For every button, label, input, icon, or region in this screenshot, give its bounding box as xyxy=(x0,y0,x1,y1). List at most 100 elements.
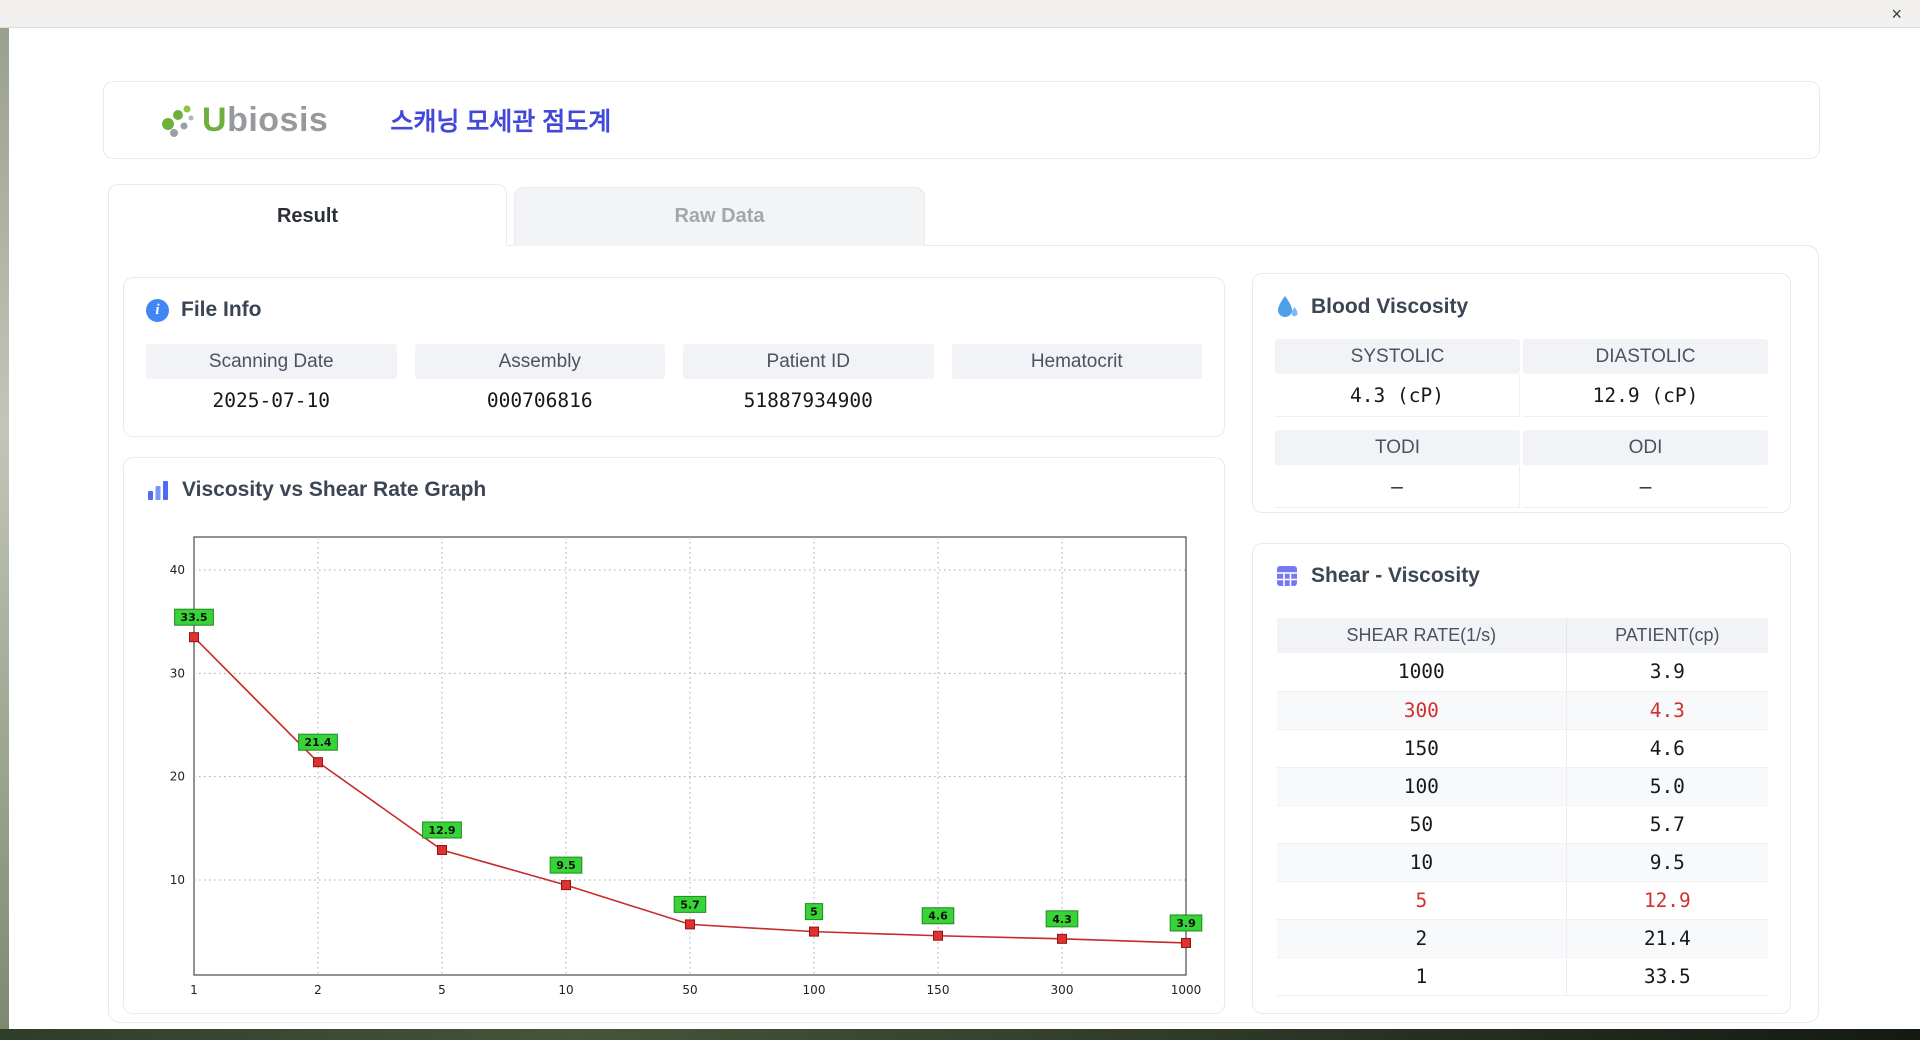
blood-viscosity-pair: SYSTOLIC DIASTOLIC 4.3 (cP) 12.9 (cP) xyxy=(1275,339,1768,417)
window-titlebar: × xyxy=(0,0,1920,28)
table-row: 2 21.4 xyxy=(1277,919,1768,958)
file-info-field: Scanning Date 2025-07-10 xyxy=(146,344,397,422)
tabs: Result Raw Data xyxy=(108,184,1108,247)
shear-rate-cell: 5 xyxy=(1277,881,1567,920)
svg-text:1000: 1000 xyxy=(1171,983,1202,997)
field-label: Hematocrit xyxy=(951,344,1202,379)
desktop-left-edge xyxy=(0,28,9,1029)
svg-text:20: 20 xyxy=(170,770,185,784)
blood-viscosity-card: Blood Viscosity SYSTOLIC DIASTOLIC 4.3 (cP… xyxy=(1252,273,1791,513)
svg-text:5: 5 xyxy=(438,983,446,997)
bv-label: ODI xyxy=(1523,430,1768,465)
shear-viscosity-header: Shear - Viscosity xyxy=(1275,564,1480,588)
shear-rate-cell: 100 xyxy=(1277,767,1567,806)
table-row: 5 12.9 xyxy=(1277,881,1768,920)
svg-text:3.9: 3.9 xyxy=(1176,917,1196,930)
svg-text:9.5: 9.5 xyxy=(556,859,576,872)
window-close-button[interactable]: × xyxy=(1891,3,1902,25)
shear-table-header: PATIENT(cp) xyxy=(1566,618,1768,653)
field-label: Patient ID xyxy=(683,344,934,379)
svg-text:4.6: 4.6 xyxy=(928,910,948,923)
svg-text:33.5: 33.5 xyxy=(180,611,207,624)
file-info-title: File Info xyxy=(181,298,262,321)
table-row: 300 4.3 xyxy=(1277,691,1768,730)
svg-text:21.4: 21.4 xyxy=(304,736,331,749)
shear-table-body: 1000 3.9 300 4.3 150 4.6 100 5.0 50 5.7 10 9.5 5 12.9… xyxy=(1277,653,1768,996)
app-title: 스캐닝 모세관 점도계 xyxy=(390,108,612,136)
table-icon xyxy=(1277,566,1297,586)
patient-cell: 5.7 xyxy=(1566,805,1768,844)
logo-text-u: U xyxy=(202,100,228,139)
patient-cell: 12.9 xyxy=(1566,881,1768,920)
file-info-fields: Scanning Date 2025-07-10 Assembly 000706816… xyxy=(146,344,1202,422)
blood-viscosity-header: Blood Viscosity xyxy=(1275,294,1468,320)
svg-text:150: 150 xyxy=(927,983,950,997)
app-header: Ubiosis 스캐닝 모세관 점도계 xyxy=(103,81,1820,159)
shear-rate-cell: 150 xyxy=(1277,729,1567,768)
svg-text:2: 2 xyxy=(314,983,322,997)
patient-cell: 21.4 xyxy=(1566,919,1768,958)
logo-text-rest: biosis xyxy=(227,100,329,139)
shear-table-header: SHEAR RATE(1/s) xyxy=(1277,618,1567,653)
shear-viscosity-title: Shear - Viscosity xyxy=(1311,564,1480,587)
tab-result[interactable]: Result xyxy=(108,184,507,246)
shear-viscosity-card: Shear - Viscosity SHEAR RATE(1/s) PATIENT… xyxy=(1252,543,1791,1014)
logo-text: Ubiosis xyxy=(202,101,328,140)
svg-text:5.7: 5.7 xyxy=(680,898,700,911)
patient-cell: 5.0 xyxy=(1566,767,1768,806)
shear-rate-cell: 300 xyxy=(1277,691,1567,730)
bv-label: TODI xyxy=(1275,430,1520,465)
table-row: 1000 3.9 xyxy=(1277,653,1768,692)
tab-raw-data[interactable]: Raw Data xyxy=(514,187,925,246)
graph-header: Viscosity vs Shear Rate Graph xyxy=(146,478,486,502)
logo-leaf-icon xyxy=(162,105,194,137)
svg-text:30: 30 xyxy=(170,666,185,680)
shear-rate-cell: 2 xyxy=(1277,919,1567,958)
table-row: 100 5.0 xyxy=(1277,767,1768,806)
table-row: 10 9.5 xyxy=(1277,843,1768,882)
patient-cell: 33.5 xyxy=(1566,957,1768,996)
file-info-field: Hematocrit xyxy=(951,344,1203,422)
app-window: Ubiosis 스캐닝 모세관 점도계 Result Raw Data i Fil… xyxy=(9,28,1920,1029)
shear-rate-cell: 1 xyxy=(1277,957,1567,996)
graph-card: 1 2 5 10 50 100 150 300 1000 10 20 30 40 33.5 21.4 12.9… xyxy=(123,457,1225,1014)
field-value xyxy=(952,379,1203,422)
app-logo: Ubiosis xyxy=(154,100,328,140)
field-label: Scanning Date xyxy=(146,344,397,379)
blood-viscosity-pair: TODI ODI – – xyxy=(1275,430,1768,508)
file-info-field: Patient ID 51887934900 xyxy=(683,344,934,422)
bv-value: – xyxy=(1523,465,1768,508)
svg-text:1: 1 xyxy=(190,983,198,997)
viscosity-chart: 1 2 5 10 50 100 150 300 1000 10 20 30 40 33.5 21.4 12.9… xyxy=(170,536,1203,997)
main-panel: i File Info Scanning Date 2025-07-10 Assem… xyxy=(108,245,1819,1023)
field-value: 2025-07-10 xyxy=(212,389,330,412)
bv-label: SYSTOLIC xyxy=(1275,339,1520,374)
info-icon: i xyxy=(146,298,169,322)
bv-value: 4.3 (cP) xyxy=(1275,374,1520,417)
droplet-icon xyxy=(1278,296,1298,317)
table-row: 1 33.5 xyxy=(1277,957,1768,996)
file-info-field: Assembly 000706816 xyxy=(414,344,665,422)
field-label: Assembly xyxy=(414,344,665,379)
blood-viscosity-grid: SYSTOLIC DIASTOLIC 4.3 (cP) 12.9 (cP) TODI OD… xyxy=(1275,339,1768,521)
file-info-card: i File Info Scanning Date 2025-07-10 Assem… xyxy=(123,277,1225,437)
svg-text:100: 100 xyxy=(803,983,826,997)
table-row: 150 4.6 xyxy=(1277,729,1768,768)
blood-viscosity-title: Blood Viscosity xyxy=(1311,295,1469,318)
file-info-header: i File Info xyxy=(146,298,262,322)
patient-cell: 3.9 xyxy=(1566,653,1768,692)
shear-viscosity-table: SHEAR RATE(1/s) PATIENT(cp) 1000 3.9 300 4.3… xyxy=(1277,618,1768,996)
svg-text:4.3: 4.3 xyxy=(1052,913,1072,926)
bar-chart-icon xyxy=(148,481,168,500)
patient-cell: 4.6 xyxy=(1566,729,1768,768)
shear-rate-cell: 1000 xyxy=(1277,653,1567,692)
svg-text:5: 5 xyxy=(810,906,818,919)
patient-cell: 4.3 xyxy=(1566,691,1768,730)
shear-rate-cell: 50 xyxy=(1277,805,1567,844)
svg-text:50: 50 xyxy=(682,983,697,997)
field-value: 51887934900 xyxy=(743,389,873,412)
svg-text:10: 10 xyxy=(170,873,185,887)
svg-text:40: 40 xyxy=(170,563,185,577)
bv-value: 12.9 (cP) xyxy=(1523,374,1768,417)
shear-table-head-row: SHEAR RATE(1/s) PATIENT(cp) xyxy=(1277,618,1768,653)
